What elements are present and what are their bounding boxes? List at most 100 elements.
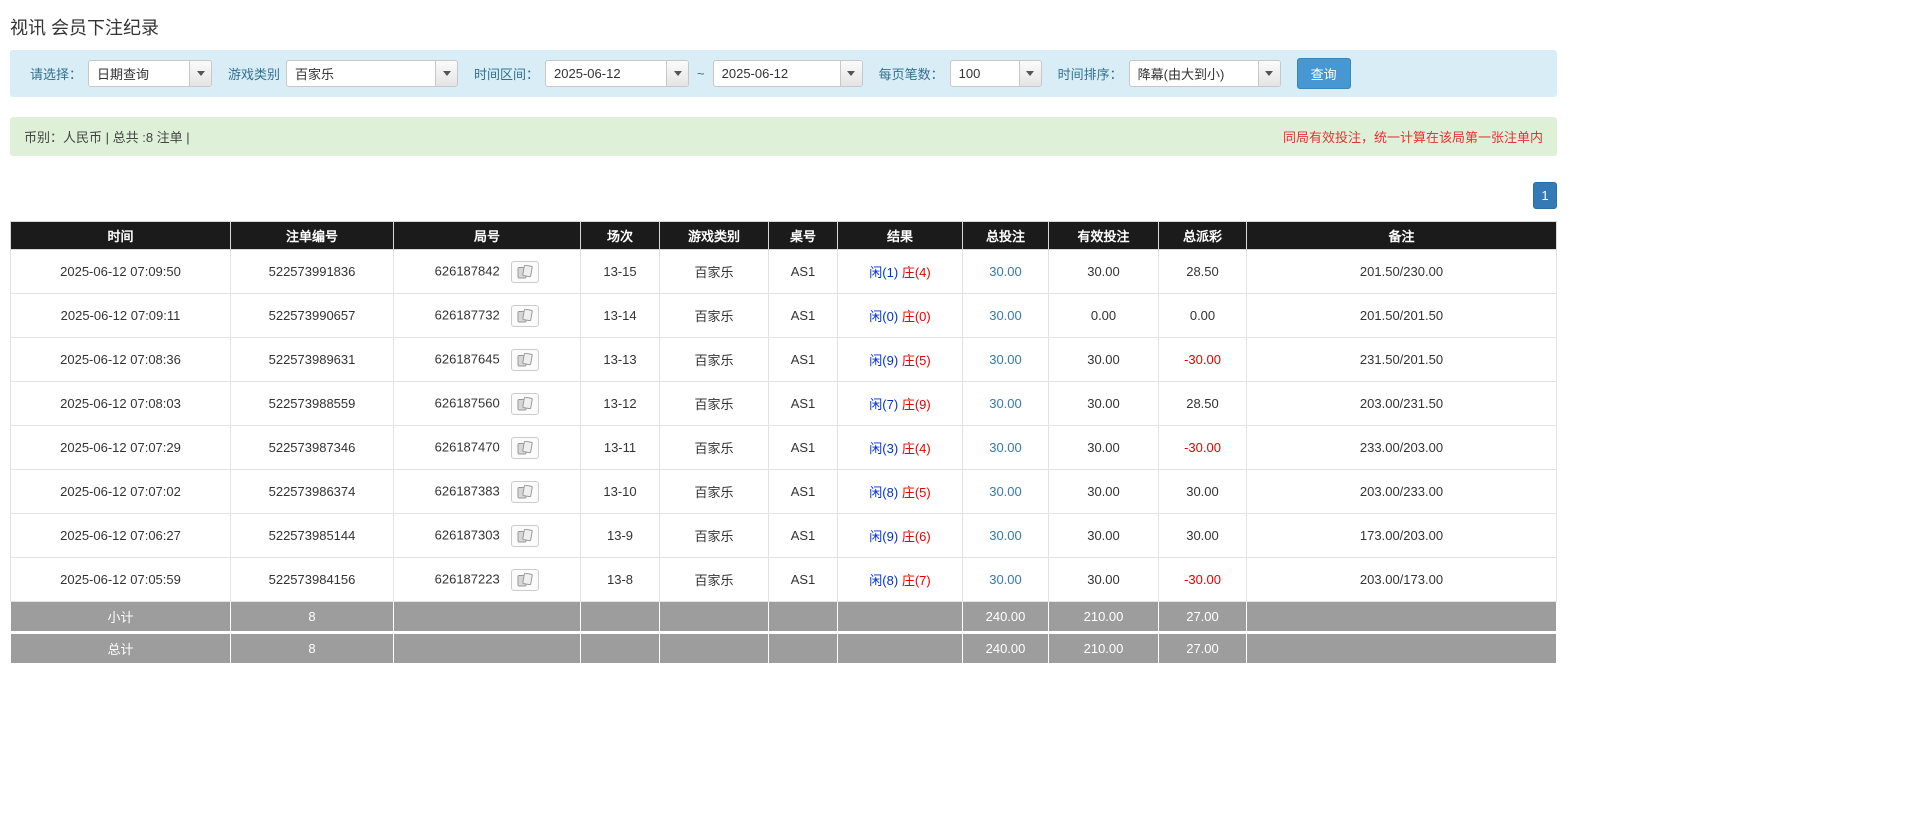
per-page-label: 每页笔数： (879, 64, 944, 83)
cell-payout: -30.00 (1159, 558, 1247, 602)
table-row: 2025-06-12 07:05:59 522573984156 6261872… (11, 558, 1557, 602)
query-type-input[interactable] (89, 61, 189, 86)
chevron-down-icon[interactable] (666, 61, 688, 86)
game-type-label: 游戏类别 (228, 64, 280, 83)
cell-note: 201.50/201.50 (1247, 294, 1557, 338)
chevron-down-icon[interactable] (1019, 61, 1041, 86)
cell-total-bet: 30.00 (963, 558, 1049, 602)
table-row: 2025-06-12 07:09:50 522573991836 6261878… (11, 250, 1557, 294)
chevron-down-icon[interactable] (840, 61, 862, 86)
page-1-button[interactable]: 1 (1533, 182, 1557, 209)
cell-table-no: AS1 (769, 426, 838, 470)
cell-result: 闲(9) 庄(6) (838, 514, 963, 558)
cell-total-bet: 30.00 (963, 250, 1049, 294)
total-bet-link[interactable]: 30.00 (989, 308, 1022, 323)
time-sort-input[interactable] (1130, 61, 1258, 86)
cell-valid-bet: 30.00 (1049, 426, 1159, 470)
cell-game-type: 百家乐 (660, 382, 769, 426)
cards-result-icon[interactable] (511, 569, 539, 591)
date-to-input[interactable] (714, 61, 840, 86)
date-from-input[interactable] (546, 61, 666, 86)
round-number: 626187303 (435, 527, 500, 542)
cards-result-icon[interactable] (511, 349, 539, 371)
cell-game-type: 百家乐 (660, 514, 769, 558)
header-valid-bet: 有效投注 (1049, 222, 1159, 250)
player-result: 闲(8) (869, 573, 898, 588)
header-time: 时间 (11, 222, 231, 250)
banker-result: 庄(5) (902, 485, 931, 500)
cell-time: 2025-06-12 07:08:03 (11, 382, 231, 426)
cell-result: 闲(1) 庄(4) (838, 250, 963, 294)
player-result: 闲(3) (869, 441, 898, 456)
player-result: 闲(7) (869, 397, 898, 412)
game-type-input[interactable] (287, 61, 435, 86)
filter-bar: 请选择： 游戏类别 时间区间： ~ 每页笔数： 时间排序： (10, 50, 1557, 97)
table-row: 2025-06-12 07:08:03 522573988559 6261875… (11, 382, 1557, 426)
cell-game-type: 百家乐 (660, 250, 769, 294)
cell-valid-bet: 30.00 (1049, 558, 1159, 602)
cell-total-bet: 30.00 (963, 514, 1049, 558)
banker-result: 庄(6) (902, 529, 931, 544)
cards-result-icon[interactable] (511, 305, 539, 327)
cell-bet-id: 522573989631 (231, 338, 394, 382)
total-bet-link[interactable]: 30.00 (989, 528, 1022, 543)
player-result: 闲(8) (869, 485, 898, 500)
cell-note: 203.00/233.00 (1247, 470, 1557, 514)
header-total-bet: 总投注 (963, 222, 1049, 250)
date-from-combobox (545, 60, 689, 87)
subtotal-row: 小计 8 240.00 210.00 27.00 (11, 602, 1557, 633)
round-number: 626187470 (435, 439, 500, 454)
search-button[interactable]: 查询 (1297, 58, 1351, 89)
cards-result-icon[interactable] (511, 261, 539, 283)
cell-bet-id: 522573984156 (231, 558, 394, 602)
chevron-down-icon[interactable] (189, 61, 211, 86)
cell-session: 13-10 (581, 470, 660, 514)
time-sort-label: 时间排序： (1058, 64, 1123, 83)
cell-result: 闲(8) 庄(7) (838, 558, 963, 602)
cards-result-icon[interactable] (511, 437, 539, 459)
header-payout: 总派彩 (1159, 222, 1247, 250)
cell-game-type: 百家乐 (660, 294, 769, 338)
round-number: 626187842 (435, 263, 500, 278)
total-label: 总计 (11, 633, 231, 664)
cell-time: 2025-06-12 07:09:50 (11, 250, 231, 294)
subtotal-payout: 27.00 (1159, 602, 1247, 633)
cell-round: 626187470 (394, 426, 581, 470)
cell-time: 2025-06-12 07:07:02 (11, 470, 231, 514)
cell-bet-id: 522573986374 (231, 470, 394, 514)
cell-session: 13-11 (581, 426, 660, 470)
cell-valid-bet: 0.00 (1049, 294, 1159, 338)
cell-note: 201.50/230.00 (1247, 250, 1557, 294)
cell-session: 13-15 (581, 250, 660, 294)
player-result: 闲(1) (869, 265, 898, 280)
cell-time: 2025-06-12 07:07:29 (11, 426, 231, 470)
chevron-down-icon[interactable] (435, 61, 457, 86)
cell-time: 2025-06-12 07:08:36 (11, 338, 231, 382)
total-bet-link[interactable]: 30.00 (989, 352, 1022, 367)
per-page-input[interactable] (951, 61, 1019, 86)
tilde-separator: ~ (695, 66, 707, 81)
header-result: 结果 (838, 222, 963, 250)
cell-session: 13-9 (581, 514, 660, 558)
cards-result-icon[interactable] (511, 525, 539, 547)
total-bet-link[interactable]: 30.00 (989, 484, 1022, 499)
total-bet-link[interactable]: 30.00 (989, 440, 1022, 455)
table-footer: 小计 8 240.00 210.00 27.00 总计 8 240.00 210… (11, 602, 1557, 664)
banker-result: 庄(4) (902, 441, 931, 456)
cell-valid-bet: 30.00 (1049, 338, 1159, 382)
total-bet-link[interactable]: 30.00 (989, 396, 1022, 411)
total-row: 总计 8 240.00 210.00 27.00 (11, 633, 1557, 664)
banker-result: 庄(5) (902, 353, 931, 368)
cards-result-icon[interactable] (511, 393, 539, 415)
chevron-down-icon[interactable] (1258, 61, 1280, 86)
header-table-no: 桌号 (769, 222, 838, 250)
cell-time: 2025-06-12 07:09:11 (11, 294, 231, 338)
header-session: 场次 (581, 222, 660, 250)
cell-payout: -30.00 (1159, 338, 1247, 382)
cell-table-no: AS1 (769, 338, 838, 382)
cell-payout: 30.00 (1159, 514, 1247, 558)
total-bet-link[interactable]: 30.00 (989, 264, 1022, 279)
total-bet-link[interactable]: 30.00 (989, 572, 1022, 587)
cell-game-type: 百家乐 (660, 470, 769, 514)
cards-result-icon[interactable] (511, 481, 539, 503)
